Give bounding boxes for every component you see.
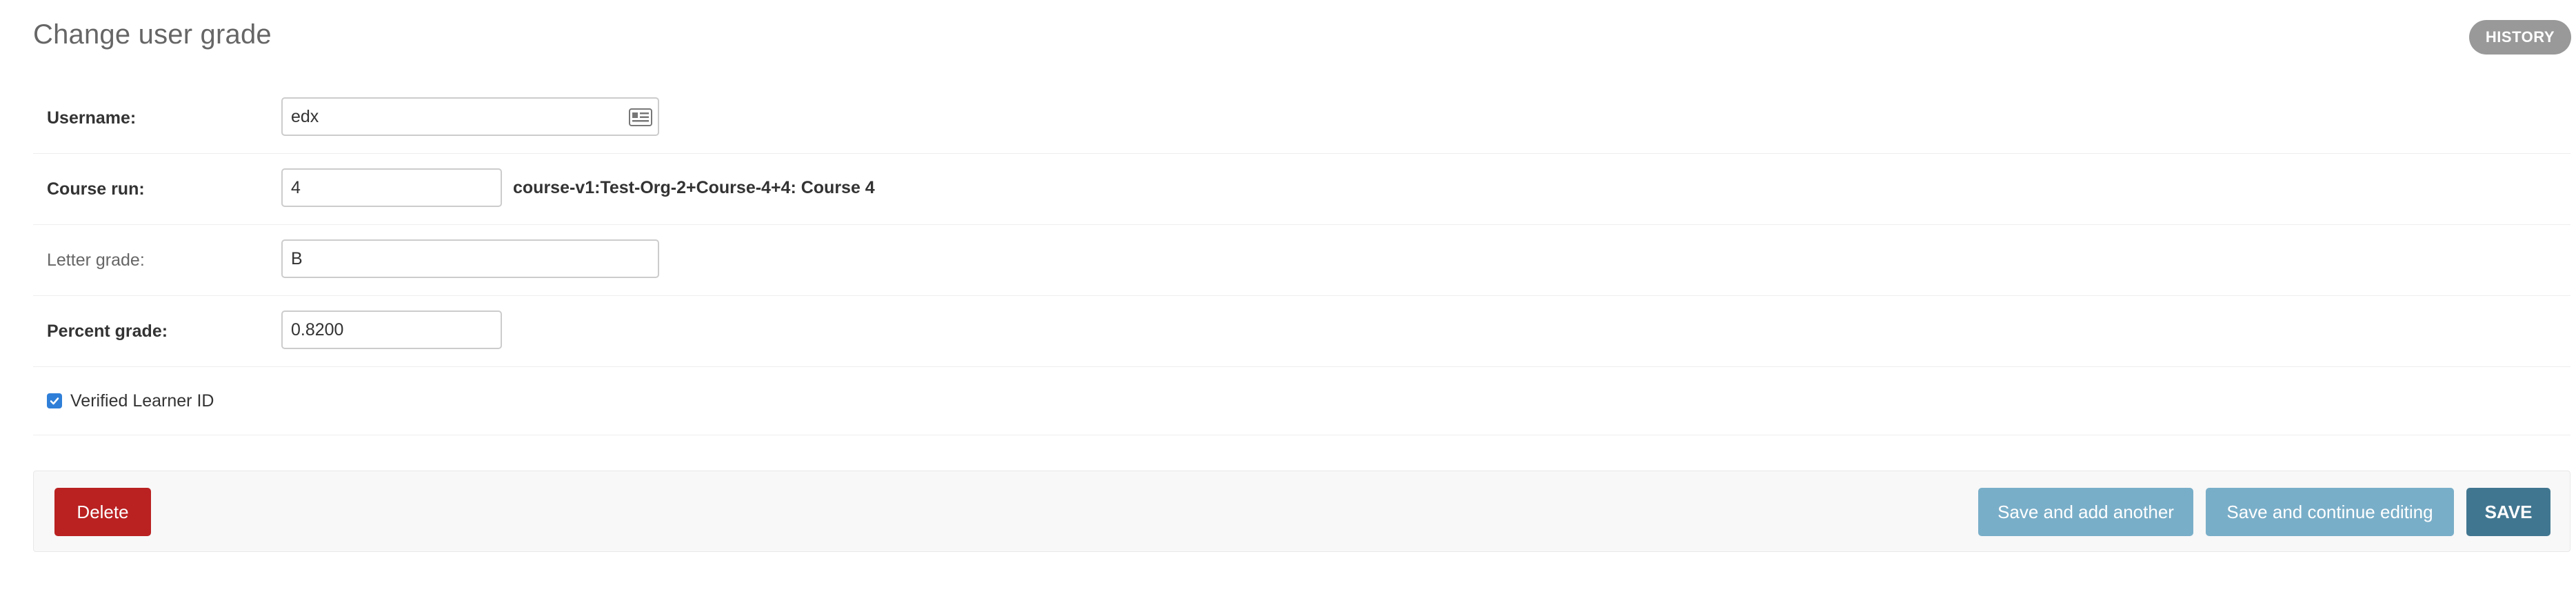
lookup-icon[interactable] [629,108,652,126]
form-row-percent-grade: Percent grade: [33,296,2570,367]
form-row-username: Username: [33,83,2570,154]
form-row-letter-grade: Letter grade: [33,225,2570,296]
course-run-helper: course-v1:Test-Org-2+Course-4+4: Course … [513,177,875,197]
verified-checkbox-wrap: Verified Learner ID [47,367,214,435]
verified-label[interactable]: Verified Learner ID [70,391,214,411]
username-input[interactable] [281,97,659,136]
form-row-verified: Verified Learner ID [33,367,2570,435]
history-button[interactable]: HISTORY [2468,20,2571,55]
course-run-input[interactable] [281,168,502,207]
change-form-page: Change user grade HISTORY Username: Cour… [33,0,2571,592]
check-icon [50,397,59,405]
percent-grade-input[interactable] [281,310,502,349]
username-label: Username: [47,108,137,128]
delete-button[interactable]: Delete [54,488,151,536]
page-title: Change user grade [33,19,272,50]
save-and-continue-button[interactable]: Save and continue editing [2206,488,2454,536]
verified-checkbox[interactable] [47,393,62,408]
change-form: Username: Course run: course-v1:Test-Org… [33,83,2570,435]
percent-grade-label: Percent grade: [47,321,168,341]
save-button[interactable]: SAVE [2466,488,2550,536]
course-run-label: Course run: [47,179,145,199]
save-and-add-another-button[interactable]: Save and add another [1978,488,2193,536]
letter-grade-label: Letter grade: [47,250,145,270]
form-row-course-run: Course run: course-v1:Test-Org-2+Course-… [33,154,2570,225]
letter-grade-input[interactable] [281,239,659,278]
submit-row: Delete Save and add another Save and con… [33,471,2570,552]
